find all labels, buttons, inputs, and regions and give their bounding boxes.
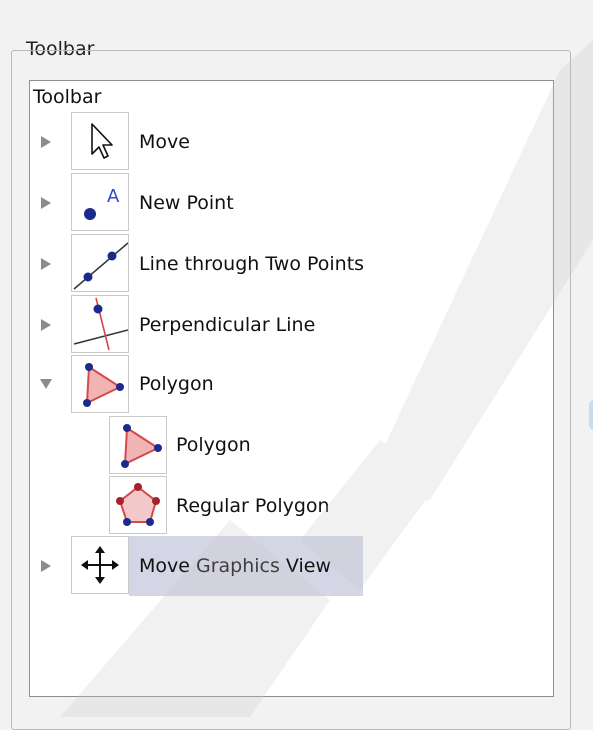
tree-item-label: Line through Two Points (139, 253, 365, 275)
line-two-points-icon (71, 234, 129, 292)
tree-root-label: Toolbar (33, 86, 102, 108)
expand-arrow-icon[interactable] (39, 559, 53, 573)
tree-item-label: Move (139, 131, 190, 153)
tree-subitem-label: Polygon (176, 434, 251, 456)
tree-item-label: Polygon (139, 373, 214, 395)
expand-arrow-icon[interactable] (39, 135, 53, 149)
polygon-icon (71, 355, 129, 413)
expand-arrow-icon[interactable] (39, 257, 53, 271)
tree-item-label: Perpendicular Line (139, 314, 316, 336)
svg-text:A: A (107, 186, 120, 207)
tree-item-label: Move Graphics View (139, 555, 332, 577)
move-graphics-view-icon (71, 536, 129, 594)
new-point-icon: A (71, 173, 129, 231)
edge-marker (589, 400, 593, 430)
cursor-arrow-icon (71, 112, 129, 170)
expand-arrow-icon[interactable] (39, 318, 53, 332)
collapse-arrow-icon[interactable] (39, 377, 53, 391)
tree-subitem-label: Regular Polygon (176, 495, 330, 517)
tree-item-label: New Point (139, 192, 234, 214)
expand-arrow-icon[interactable] (39, 196, 53, 210)
perpendicular-line-icon (71, 295, 129, 353)
polygon-icon (109, 416, 167, 474)
regular-polygon-icon (109, 476, 167, 534)
